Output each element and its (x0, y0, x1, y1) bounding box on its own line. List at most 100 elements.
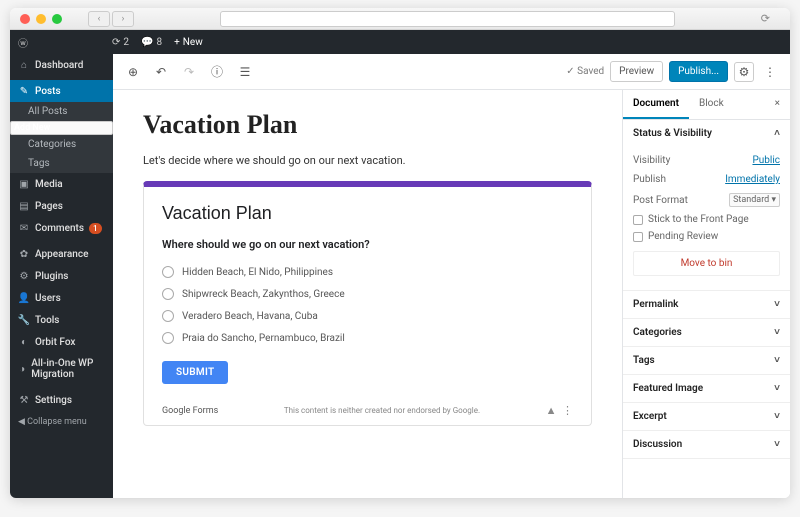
updates-link[interactable]: ⟳ 2 (112, 37, 129, 48)
form-option[interactable]: Shipwreck Beach, Zakynthos, Greece (162, 283, 573, 305)
more-menu-icon[interactable]: ⋮ (760, 62, 780, 82)
admin-sidebar: ⌂Dashboard ✎Posts All Posts Add New Cate… (10, 54, 113, 498)
google-forms-brand[interactable]: Google Forms (162, 406, 218, 416)
sidebar-item-orbit-fox[interactable]: ◐Orbit Fox (10, 331, 113, 353)
comments-icon: ✉ (18, 222, 30, 234)
radio-icon[interactable] (162, 332, 174, 344)
post-editor[interactable]: Vacation Plan Let's decide where we shou… (113, 90, 622, 498)
pages-icon: ▤ (18, 200, 30, 212)
form-option[interactable]: Veradero Beach, Havana, Cuba (162, 305, 573, 327)
post-format-select[interactable]: Standard ▾ (729, 193, 780, 207)
dashboard-icon: ⌂ (18, 59, 30, 71)
chevron-down-icon: ˅ (774, 411, 780, 422)
panel-discussion[interactable]: Discussion˅ (623, 431, 790, 458)
publish-value[interactable]: Immediately (725, 174, 780, 185)
info-icon[interactable]: ⓘ (207, 62, 227, 82)
redo-icon[interactable]: ↷ (179, 62, 199, 82)
migration-icon: ◑ (18, 363, 26, 375)
warning-icon[interactable]: ▲ ⋮ (546, 404, 573, 417)
sidebar-item-aiowp[interactable]: ◑All-in-One WP Migration (10, 353, 113, 385)
settings-icon: ⚒ (18, 394, 30, 406)
settings-toggle-icon[interactable]: ⚙ (734, 62, 754, 82)
form-option[interactable]: Hidden Beach, El Nido, Philippines (162, 261, 573, 283)
updates-count: 2 (123, 37, 129, 48)
saved-indicator: ✓ Saved (566, 66, 604, 77)
settings-sidebar: Document Block × Status & Visibility˄ Vi… (622, 90, 790, 498)
sidebar-item-media[interactable]: ▣Media (10, 173, 113, 195)
sidebar-item-tools[interactable]: 🔧Tools (10, 309, 113, 331)
sidebar-item-plugins[interactable]: ⚙Plugins (10, 265, 113, 287)
sidebar-sub-add-new[interactable]: Add New (10, 121, 113, 135)
sidebar-item-settings[interactable]: ⚒Settings (10, 389, 113, 411)
collapse-menu[interactable]: ◀ Collapse menu (10, 411, 113, 433)
tools-icon: 🔧 (18, 314, 30, 326)
form-option[interactable]: Praia do Sancho, Pernambuco, Brazil (162, 327, 573, 349)
chevron-up-icon: ˄ (774, 128, 780, 139)
comments-count: 8 (156, 37, 162, 48)
checkbox-icon[interactable] (633, 232, 643, 242)
radio-icon[interactable] (162, 266, 174, 278)
sidebar-item-pages[interactable]: ▤Pages (10, 195, 113, 217)
google-form-embed: Vacation Plan Where should we go on our … (143, 181, 592, 426)
sidebar-sub-categories[interactable]: Categories (10, 135, 113, 154)
browser-titlebar: ‹ › ⟳ (10, 8, 790, 30)
wp-admin-bar: ⓦ ⟳ 2 💬 8 + New (10, 30, 790, 54)
panel-categories[interactable]: Categories˅ (623, 319, 790, 346)
form-question: Where should we go on our next vacation? (162, 238, 573, 251)
chevron-down-icon: ˅ (774, 327, 780, 338)
sidebar-item-posts[interactable]: ✎Posts (10, 80, 113, 102)
maximize-window-dot[interactable] (52, 14, 62, 24)
new-content-link[interactable]: + New (174, 37, 203, 48)
add-block-icon[interactable]: ⊕ (123, 62, 143, 82)
reload-icon[interactable]: ⟳ (761, 12, 770, 25)
visibility-label: Visibility (633, 155, 670, 166)
sidebar-item-dashboard[interactable]: ⌂Dashboard (10, 54, 113, 76)
panel-status-visibility[interactable]: Status & Visibility˄ (623, 120, 790, 147)
panel-permalink[interactable]: Permalink˅ (623, 291, 790, 318)
visibility-value[interactable]: Public (752, 155, 780, 166)
publish-button[interactable]: Publish... (669, 61, 728, 82)
outline-icon[interactable]: ☰ (235, 62, 255, 82)
form-title: Vacation Plan (162, 203, 573, 224)
plugins-icon: ⚙ (18, 270, 30, 282)
url-bar[interactable] (220, 11, 675, 27)
panel-excerpt[interactable]: Excerpt˅ (623, 403, 790, 430)
tab-document[interactable]: Document (623, 90, 689, 119)
sidebar-item-appearance[interactable]: ✿Appearance (10, 243, 113, 265)
form-submit-button[interactable]: SUBMIT (162, 361, 228, 384)
post-format-label: Post Format (633, 195, 688, 206)
radio-icon[interactable] (162, 288, 174, 300)
minimize-window-dot[interactable] (36, 14, 46, 24)
post-title[interactable]: Vacation Plan (143, 110, 592, 140)
media-icon: ▣ (18, 178, 30, 190)
sidebar-sub-all-posts[interactable]: All Posts (10, 102, 113, 121)
close-settings-icon[interactable]: × (765, 90, 790, 119)
back-button[interactable]: ‹ (88, 11, 110, 27)
preview-button[interactable]: Preview (610, 61, 663, 82)
editor-toolbar: ⊕ ↶ ↷ ⓘ ☰ ✓ Saved Preview Publish... ⚙ ⋮ (113, 54, 790, 90)
panel-tags[interactable]: Tags˅ (623, 347, 790, 374)
wp-logo-icon[interactable]: ⓦ (18, 35, 28, 50)
stick-front-page-checkbox[interactable]: Stick to the Front Page (633, 211, 780, 228)
move-to-bin-button[interactable]: Move to bin (633, 251, 780, 276)
pin-icon: ✎ (18, 85, 30, 97)
appearance-icon: ✿ (18, 248, 30, 260)
comments-link[interactable]: 💬 8 (141, 37, 162, 48)
close-window-dot[interactable] (20, 14, 30, 24)
pending-review-checkbox[interactable]: Pending Review (633, 228, 780, 245)
sidebar-sub-tags[interactable]: Tags (10, 154, 113, 173)
form-disclaimer: This content is neither created nor endo… (284, 406, 480, 415)
checkbox-icon[interactable] (633, 215, 643, 225)
sidebar-item-users[interactable]: 👤Users (10, 287, 113, 309)
post-paragraph[interactable]: Let's decide where we should go on our n… (143, 154, 592, 167)
panel-featured-image[interactable]: Featured Image˅ (623, 375, 790, 402)
orbit-fox-icon: ◐ (18, 336, 30, 348)
chevron-down-icon: ˅ (774, 355, 780, 366)
undo-icon[interactable]: ↶ (151, 62, 171, 82)
chevron-down-icon: ˅ (774, 299, 780, 310)
comments-badge: 1 (89, 223, 102, 234)
radio-icon[interactable] (162, 310, 174, 322)
sidebar-item-comments[interactable]: ✉Comments1 (10, 217, 113, 239)
tab-block[interactable]: Block (689, 90, 734, 119)
forward-button[interactable]: › (112, 11, 134, 27)
